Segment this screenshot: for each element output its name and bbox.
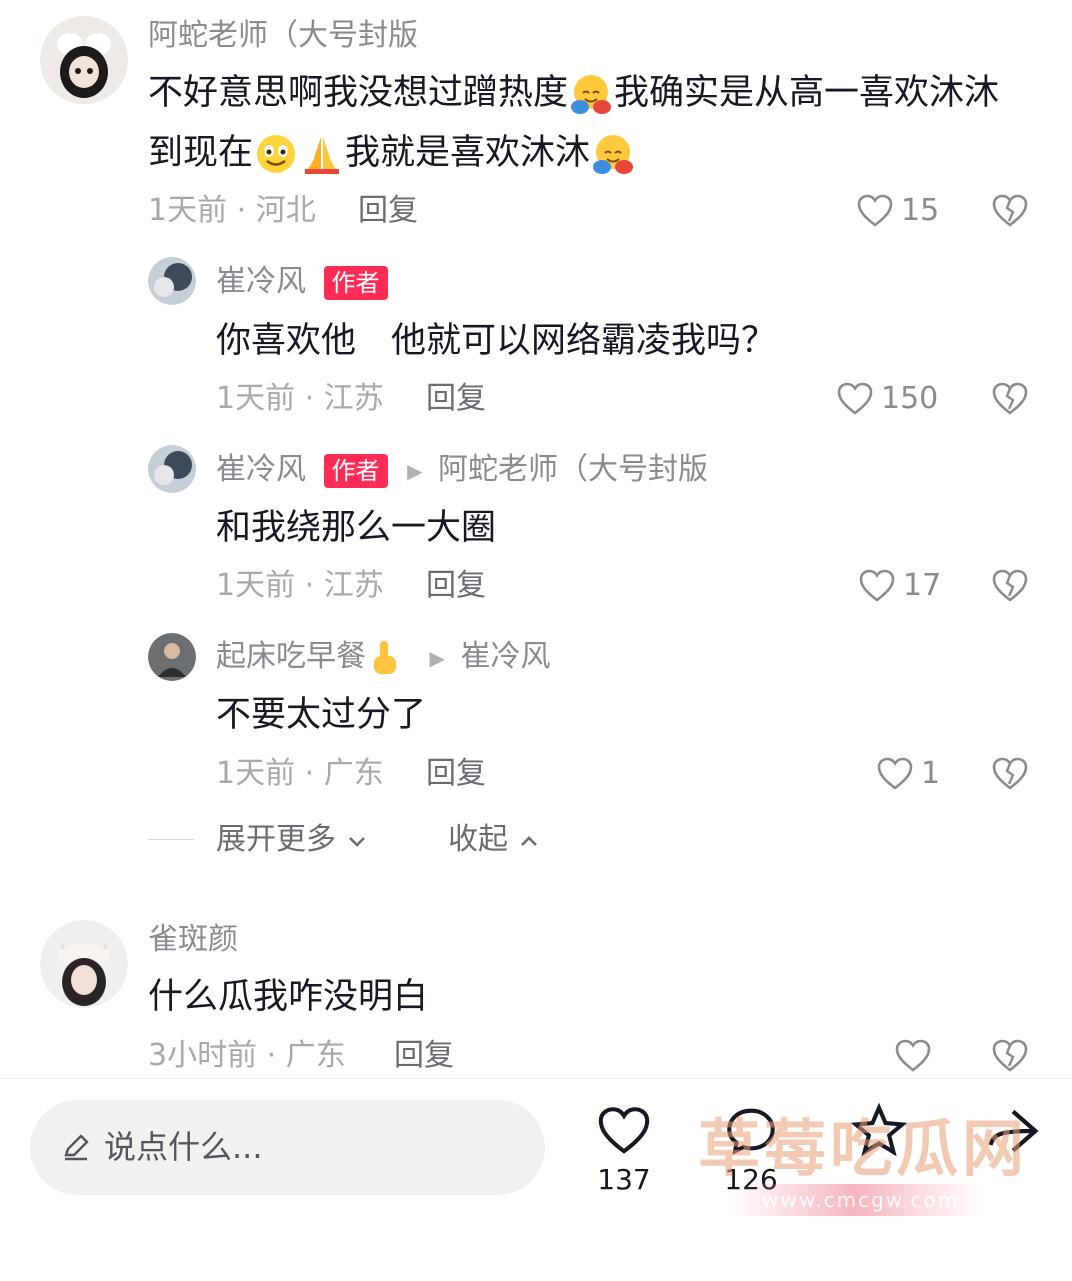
watermark-url: www.cmcgw.com [762,1188,960,1212]
comment-input[interactable]: 说点什么... [30,1100,545,1195]
comment-time-location: 1天前 · 江苏 [216,568,384,603]
comment-text-part: 我就是喜欢沐沐 [345,133,591,173]
reply-button[interactable]: 回复 [394,1036,454,1076]
hugging-face-emoji-icon [590,131,636,177]
comment-username[interactable]: 崔冷风 作者 [216,262,388,302]
reply-to-username[interactable]: 阿蛇老师（大号封版 [438,452,708,487]
like-count: 15 [901,193,940,228]
dislike-broken-heart-icon[interactable] [990,1036,1030,1076]
heart-icon [837,382,873,415]
reply-button[interactable]: 回复 [426,566,486,606]
comment-text-part: 我确实是从高一喜欢沐沐 [614,73,1000,113]
pointing-up-emoji-icon [366,638,402,678]
reply-to-username[interactable]: 崔冷风 [460,639,550,674]
chevron-down-icon [348,836,365,847]
hugging-face-emoji-icon [568,71,614,117]
comment-text-part: 不好意思啊我没想过蹭热度 [148,73,569,113]
avatar[interactable] [148,633,196,681]
collapse-button[interactable]: 收起 [448,820,540,860]
avatar[interactable] [148,445,196,493]
comment-text: 你喜欢他 他就可以网络霸凌我吗？ [216,321,777,361]
comment-username[interactable]: 崔冷风 作者 ▶ 阿蛇老师（大号封版 [216,450,708,491]
like-button[interactable]: 15 [855,191,939,231]
pencil-icon [64,1134,89,1161]
dislike-broken-heart-icon[interactable] [990,754,1030,794]
comment-text: 和我绕那么一大圈 [216,508,497,548]
like-count: 150 [881,381,939,416]
like-button[interactable]: 1 [875,754,940,794]
username-text: 起床吃早餐 [216,639,366,674]
heart-icon [857,194,893,227]
like-button[interactable]: 150 [835,379,938,419]
comment-text-line2: 到现在 我就是喜欢沐沐 [148,124,636,182]
avatar[interactable] [40,920,128,1008]
comment-time-location: 3小时前 · 广东 [148,1038,346,1073]
comment-username[interactable]: 阿蛇老师（大号封版 [148,16,418,56]
heart-icon [895,1039,931,1072]
reply-button[interactable]: 回复 [358,191,418,231]
heart-icon [877,757,913,790]
comment-time-location: 1天前 · 广东 [216,756,384,791]
like-count: 17 [903,568,942,603]
dislike-broken-heart-icon[interactable] [990,379,1030,419]
like-count: 1 [921,756,941,791]
chevron-up-icon [520,835,537,846]
video-like-count: 137 [597,1163,651,1196]
comment-text-part: 到现在 [148,133,254,173]
avatar[interactable] [40,16,128,104]
username-text: 崔冷风 [216,264,306,299]
comment-text: 不好意思啊我没想过蹭热度 我确实是从高一喜欢沐沐 [148,64,999,122]
reply-arrow-icon: ▶ [407,458,423,483]
reply-arrow-icon: ▶ [429,645,445,670]
username-text: 崔冷风 [216,452,306,487]
heart-icon [859,569,895,602]
dislike-broken-heart-icon[interactable] [990,191,1030,231]
avatar[interactable] [148,257,196,305]
reply-button[interactable]: 回复 [426,754,486,794]
comment-username[interactable]: 雀斑颜 [148,920,238,960]
expand-more-label: 展开更多 [216,822,336,857]
comment-time-location: 1天前 · 河北 [148,193,316,228]
like-video-heart-icon[interactable] [595,1102,653,1160]
comment-username[interactable]: 起床吃早餐 ▶ 崔冷风 [216,637,550,678]
comment-input-placeholder: 说点什么... [104,1128,263,1166]
thread-divider [148,839,194,840]
site-watermark: 草莓吃瓜网 [698,1112,1029,1185]
comment-text: 什么瓜我咋没明白 [148,977,429,1017]
author-badge: 作者 [323,265,388,300]
comment-time-location: 1天前 · 江苏 [216,381,384,416]
collapse-label: 收起 [448,822,508,857]
author-badge: 作者 [323,453,388,488]
expand-more-button[interactable]: 展开更多 [216,820,368,860]
reply-button[interactable]: 回复 [426,379,486,419]
smiling-face-emoji-icon [253,131,299,177]
comment-text: 不要太过分了 [216,695,427,735]
dislike-broken-heart-icon[interactable] [990,566,1030,606]
like-button[interactable]: 17 [857,566,941,606]
praying-hands-emoji-icon [299,131,345,177]
like-button[interactable] [893,1036,933,1076]
